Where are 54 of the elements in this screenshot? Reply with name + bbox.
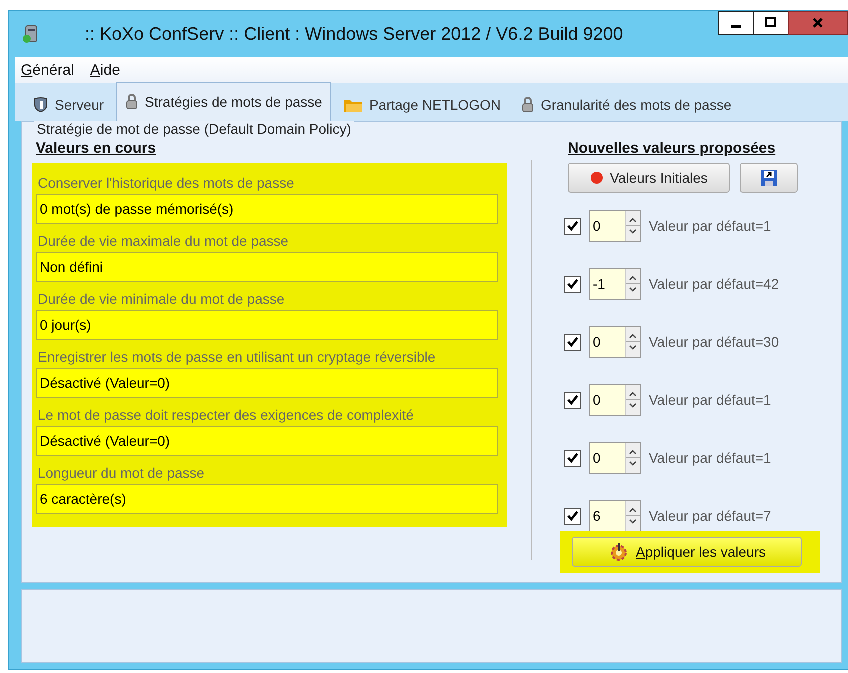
- spin-field[interactable]: 0: [589, 384, 641, 416]
- maximize-button[interactable]: [753, 11, 789, 35]
- minimize-icon: [731, 24, 741, 28]
- field-label: Enregistrer les mots de passe en utilisant un cryptage réversible: [38, 349, 436, 365]
- record-icon: [590, 171, 604, 185]
- value-field[interactable]: Désactivé (Valeur=0): [36, 426, 498, 456]
- tab[interactable]: Stratégies de mots de passe: [116, 82, 332, 121]
- spin-field[interactable]: 0: [589, 442, 641, 474]
- checkbox[interactable]: [564, 218, 581, 234]
- value-field[interactable]: 6 caractère(s): [36, 484, 498, 514]
- field-label: Conserver l'historique des mots de passe: [38, 175, 294, 191]
- folder-icon: [343, 97, 364, 113]
- lock-icon: [520, 97, 535, 113]
- value-field[interactable]: Désactivé (Valeur=0): [36, 368, 498, 398]
- checkbox[interactable]: [564, 450, 581, 466]
- spin-field[interactable]: 0: [589, 210, 641, 242]
- maximize-icon: [765, 17, 777, 29]
- section-heading: Valeurs en cours: [36, 140, 156, 157]
- menu-item[interactable]: Aide: [90, 62, 120, 78]
- value-field[interactable]: 0 mot(s) de passe mémorisé(s): [36, 194, 498, 224]
- close-icon: [812, 17, 824, 29]
- default-value-label: Valeur par défaut=30: [649, 334, 780, 350]
- checkbox[interactable]: [564, 276, 581, 292]
- checkbox[interactable]: [564, 334, 581, 350]
- default-value-label: Valeur par défaut=1: [649, 450, 772, 466]
- field-label: Longueur du mot de passe: [38, 465, 205, 481]
- default-value-label: Valeur par défaut=7: [649, 508, 772, 524]
- tab[interactable]: Granularité des mots de passe: [512, 89, 740, 121]
- field-label: Durée de vie minimale du mot de passe: [38, 291, 285, 307]
- lock-icon: [125, 94, 140, 110]
- menu-item[interactable]: Général: [21, 62, 74, 78]
- value-field[interactable]: Non défini: [36, 252, 498, 282]
- checkbox[interactable]: [564, 392, 581, 408]
- default-value-label: Valeur par défaut=1: [649, 218, 772, 234]
- section-heading: Nouvelles valeurs proposées: [568, 140, 776, 157]
- checkbox[interactable]: [564, 508, 581, 524]
- minimize-button[interactable]: [718, 11, 754, 35]
- group-title: Stratégie de mot de passe (Default Domain Policy): [34, 121, 354, 137]
- shield-icon: [33, 97, 49, 113]
- field-label: Durée de vie maximale du mot de passe: [38, 233, 289, 249]
- reset-button[interactable]: Valeurs Initiales: [568, 163, 730, 193]
- field-label: Le mot de passe doit respecter des exigences de complexité: [38, 407, 414, 423]
- tab[interactable]: Partage NETLOGON: [335, 89, 509, 121]
- spin-field[interactable]: 6: [589, 500, 641, 532]
- default-value-label: Valeur par défaut=1: [649, 392, 772, 408]
- spin-field[interactable]: 0: [589, 326, 641, 358]
- tab[interactable]: Serveur: [25, 89, 112, 121]
- close-button[interactable]: [788, 11, 848, 35]
- value-field[interactable]: 0 jour(s): [36, 310, 498, 340]
- default-value-label: Valeur par défaut=42: [649, 276, 780, 292]
- save-button[interactable]: [740, 163, 798, 193]
- spin-field[interactable]: -1: [589, 268, 641, 300]
- apply-button[interactable]: Appliquer les valeurs: [572, 537, 802, 567]
- window-title: :: KoXo ConfServ :: Client : Windows Server 2012 / V6.2 Build 9200: [84, 24, 624, 44]
